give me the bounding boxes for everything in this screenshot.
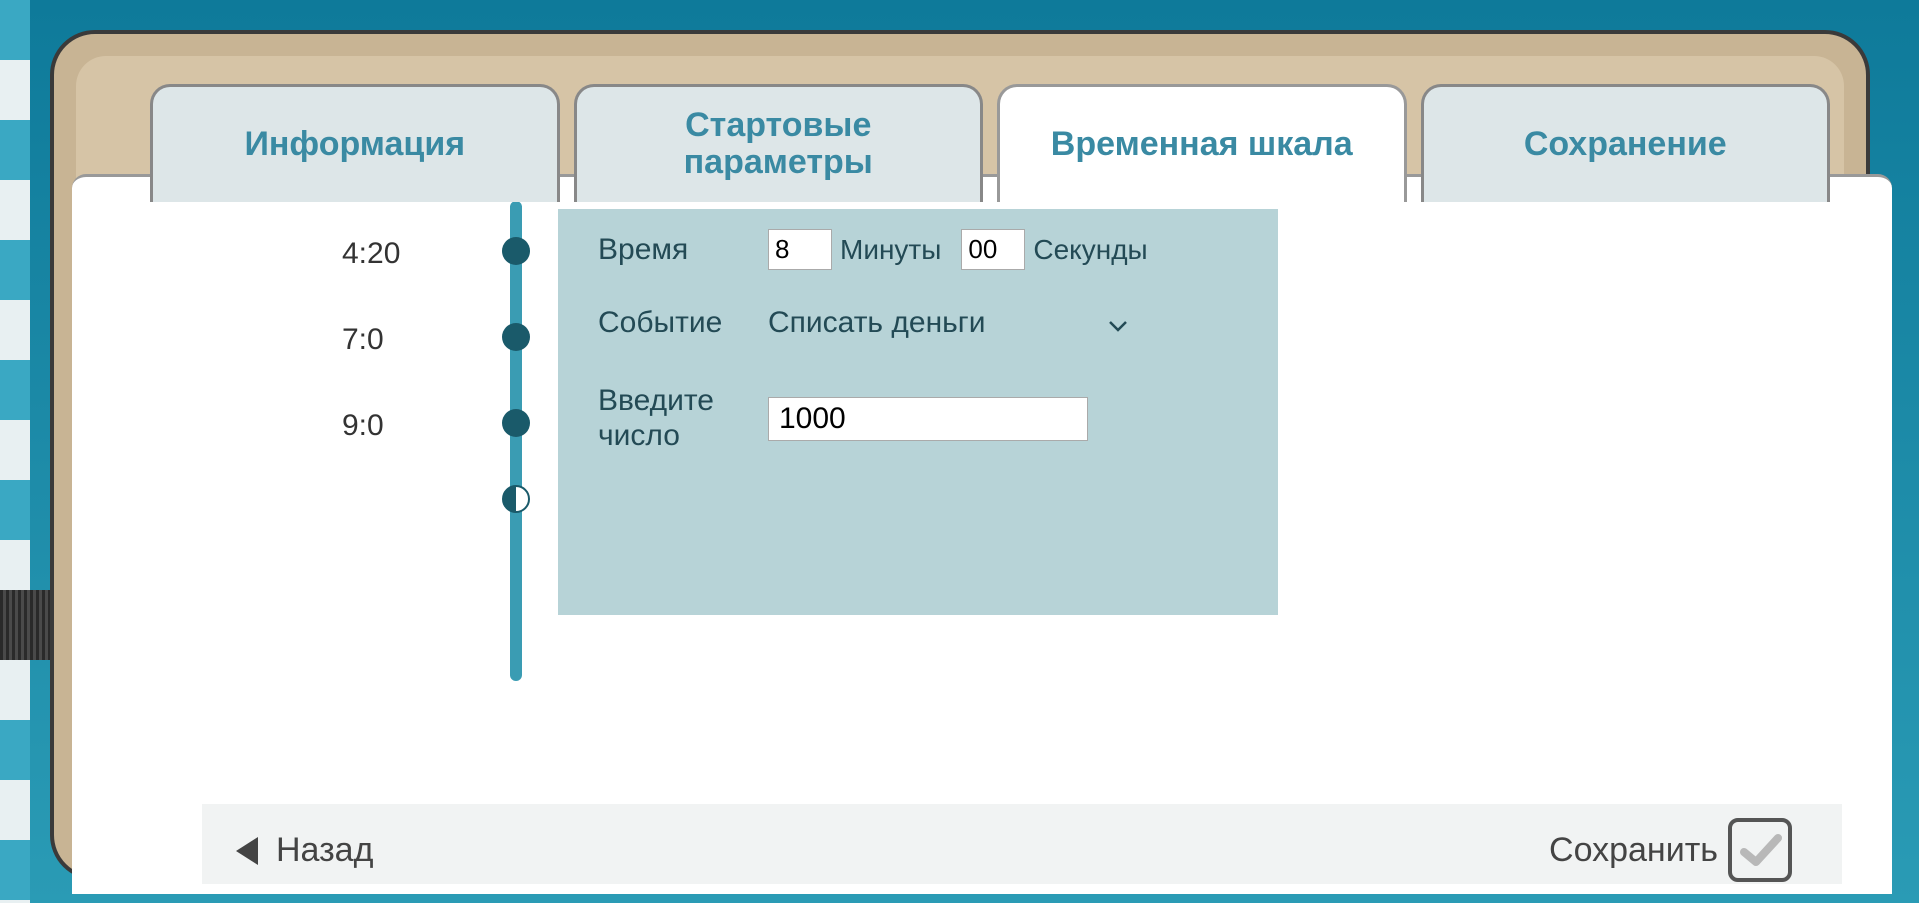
tabs-container: Информация Стартовые параметры Временная… — [150, 84, 1830, 202]
triangle-left-icon — [236, 837, 258, 865]
timeline-time: 9:0 — [342, 409, 384, 443]
tab-save[interactable]: Сохранение — [1421, 84, 1831, 202]
event-type-select[interactable]: Списать деньги — [768, 306, 1128, 340]
tab-timeline[interactable]: Временная шкала — [997, 84, 1407, 202]
save-button[interactable]: Сохранить — [1549, 818, 1792, 882]
number-input[interactable] — [768, 397, 1088, 441]
save-button-label: Сохранить — [1549, 831, 1718, 870]
chevron-down-icon — [1108, 307, 1128, 339]
check-icon — [1728, 818, 1792, 882]
event-time-label: Время — [598, 233, 768, 267]
timeline-dot[interactable] — [502, 409, 530, 437]
event-number-row: Введите число — [598, 384, 1238, 453]
timeline-bar — [510, 201, 522, 681]
binder-elastic — [0, 590, 50, 660]
timeline-dot[interactable] — [502, 237, 530, 265]
tab-start-params[interactable]: Стартовые параметры — [574, 84, 984, 202]
timeline-dot[interactable] — [502, 323, 530, 351]
seconds-input[interactable] — [961, 229, 1025, 270]
seconds-unit: Секунды — [1033, 234, 1147, 266]
minutes-input[interactable] — [768, 229, 832, 270]
event-type-label: Событие — [598, 306, 768, 340]
event-edit-panel: Время Минуты Секунды Событие Списать ден… — [558, 209, 1278, 615]
left-stripe-decor — [0, 0, 30, 903]
event-type-row: Событие Списать деньги — [598, 306, 1238, 340]
timeline-time: 4:20 — [342, 237, 400, 271]
event-number-label: Введите число — [598, 384, 768, 453]
back-button[interactable]: Назад — [236, 831, 373, 870]
timeline-time: 7:0 — [342, 323, 384, 357]
event-time-row: Время Минуты Секунды — [598, 229, 1238, 270]
timeline-add-dot[interactable] — [502, 485, 530, 513]
page-content: 4:20 Открыть город Apatity (38458) 7:0 О… — [72, 174, 1892, 894]
tab-information[interactable]: Информация — [150, 84, 560, 202]
minutes-unit: Минуты — [840, 234, 941, 266]
event-type-selected: Списать деньги — [768, 306, 986, 339]
back-button-label: Назад — [276, 831, 373, 870]
